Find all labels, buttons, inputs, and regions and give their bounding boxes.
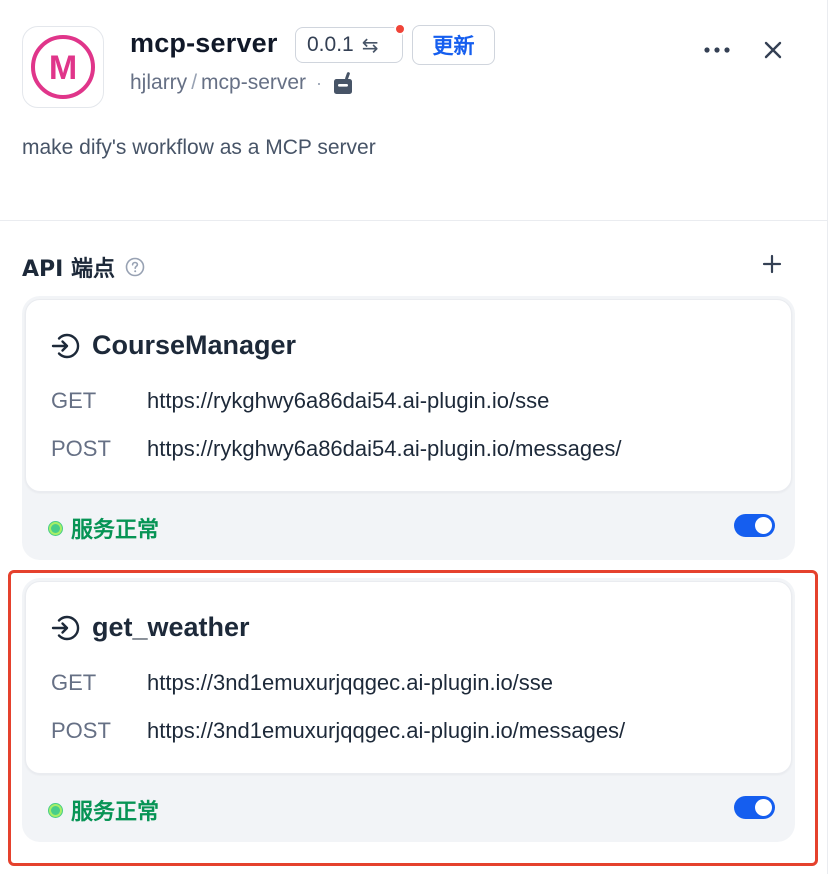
org-name: hjlarry (130, 71, 188, 94)
update-button[interactable]: 更新 (412, 25, 495, 65)
endpoint-name: get_weather (92, 612, 250, 642)
status-label: 服务正常 (71, 800, 160, 825)
endpoint-card-body[interactable]: CourseManager GET https://rykghwy6a86dai… (25, 299, 792, 492)
more-horizontal-icon (704, 47, 730, 53)
plugin-source: hjlarry / mcp-server · (130, 70, 354, 96)
mcp-logo-icon: M (31, 35, 95, 99)
svg-text:M: M (49, 49, 77, 87)
endpoint-status: 服务正常 (49, 794, 159, 826)
meta-dot: · (316, 72, 323, 93)
endpoint-url[interactable]: https://3nd1emuxurjqqgec.ai-plugin.io/me… (147, 718, 625, 744)
login-arrow-icon (51, 333, 80, 358)
endpoint-header: get_weather (50, 612, 250, 643)
version-label: 0.0.1 (307, 33, 354, 56)
method-label: POST (51, 436, 111, 461)
update-available-dot (394, 23, 406, 35)
method-label: POST (51, 718, 111, 743)
debug-plugin-icon (332, 70, 354, 96)
version-switch[interactable]: 0.0.1 ⇆ (295, 23, 406, 63)
endpoint-post-row: POST https://3nd1emuxurjqqgec.ai-plugin.… (51, 718, 625, 744)
api-endpoints-heading: API 端点 (22, 251, 145, 283)
endpoint-toggle[interactable] (734, 796, 775, 819)
plus-icon (762, 254, 782, 274)
status-label: 服务正常 (71, 518, 160, 543)
toggle-knob (755, 517, 772, 534)
add-endpoint-button[interactable] (756, 248, 788, 280)
endpoint-card: CourseManager GET https://rykghwy6a86dai… (22, 296, 795, 560)
endpoint-post-row: POST https://rykghwy6a86dai54.ai-plugin.… (51, 436, 622, 462)
path-separator: / (191, 71, 198, 94)
endpoint-url[interactable]: https://3nd1emuxurjqqgec.ai-plugin.io/ss… (147, 670, 553, 696)
repo-name: mcp-server (201, 71, 307, 94)
endpoint-card: get_weather GET https://3nd1emuxurjqqgec… (22, 578, 795, 842)
endpoint-name: CourseManager (92, 330, 297, 360)
plugin-logo: M (22, 26, 104, 108)
plugin-description: make dify's workflow as a MCP server (22, 136, 376, 159)
plugin-title: mcp-server (130, 28, 278, 58)
endpoint-card-body[interactable]: get_weather GET https://3nd1emuxurjqqgec… (25, 581, 792, 774)
api-endpoints-label: API 端点 (22, 257, 115, 282)
endpoint-status: 服务正常 (49, 512, 159, 544)
method-label: GET (51, 670, 97, 695)
swap-icon: ⇆ (361, 33, 379, 57)
method-label: GET (51, 388, 97, 413)
more-options-button[interactable] (700, 34, 734, 66)
endpoint-toggle[interactable] (734, 514, 775, 537)
endpoint-get-row: GET https://rykghwy6a86dai54.ai-plugin.i… (51, 388, 549, 414)
close-button[interactable] (757, 34, 789, 66)
endpoint-get-row: GET https://3nd1emuxurjqqgec.ai-plugin.i… (51, 670, 553, 696)
toggle-knob (755, 799, 772, 816)
status-indicator (49, 521, 62, 535)
close-icon (764, 41, 782, 59)
section-divider (0, 220, 828, 221)
login-arrow-icon (51, 615, 80, 640)
plugin-detail-panel: M mcp-server 0.0.1 ⇆ 更新 hjlarry / mcp-se… (0, 0, 828, 874)
endpoint-header: CourseManager (50, 330, 296, 361)
endpoint-url[interactable]: https://rykghwy6a86dai54.ai-plugin.io/me… (147, 436, 622, 462)
endpoint-url[interactable]: https://rykghwy6a86dai54.ai-plugin.io/ss… (147, 388, 549, 414)
help-icon[interactable] (125, 257, 145, 277)
status-indicator (49, 803, 62, 817)
